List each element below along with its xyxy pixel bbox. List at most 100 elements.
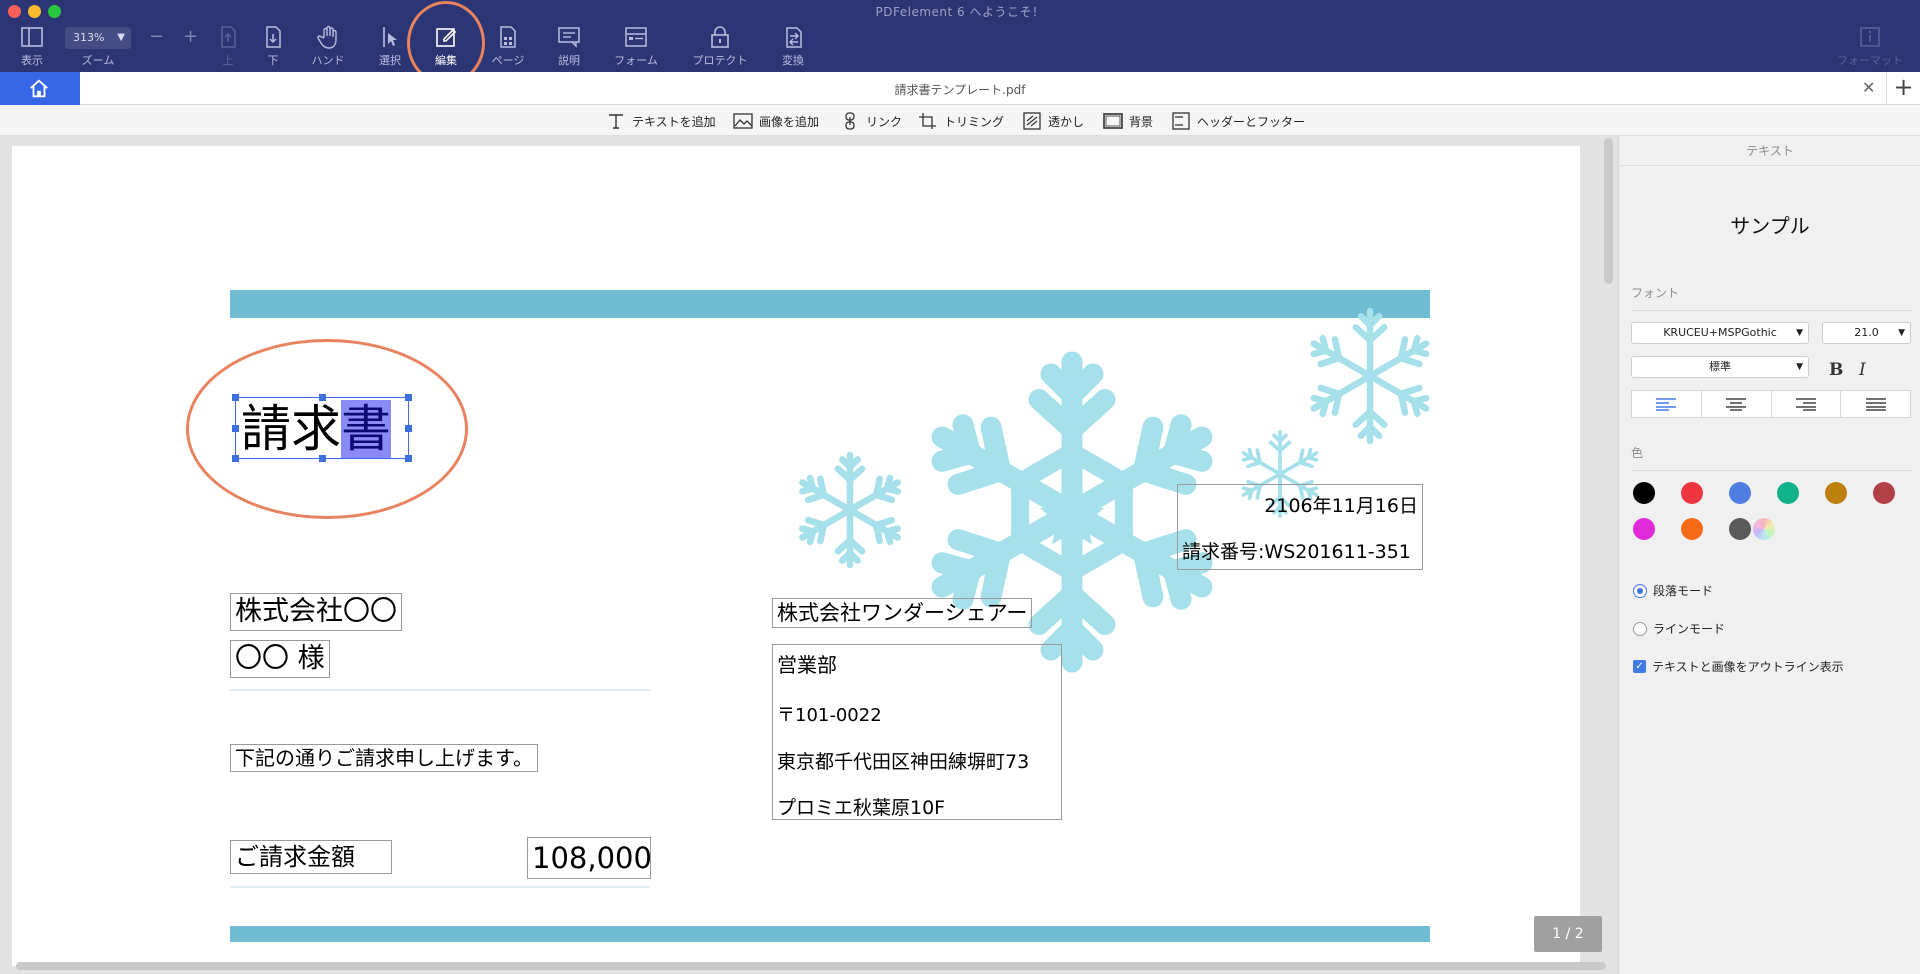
paragraph-mode-radio[interactable] bbox=[1633, 583, 1647, 598]
align-right-button[interactable] bbox=[1772, 391, 1842, 417]
color-swatch[interactable] bbox=[1729, 518, 1751, 540]
align-left-icon bbox=[1656, 398, 1677, 411]
align-center-button[interactable] bbox=[1702, 391, 1772, 417]
date-invoice-box[interactable]: 2106年11月16日 請求番号:WS201611-351 bbox=[1177, 484, 1423, 570]
line-mode-option[interactable]: ラインモード bbox=[1633, 620, 1725, 637]
header-footer-button[interactable]: ヘッダーとフッター bbox=[1171, 111, 1305, 131]
sender-department[interactable]: 営業部 bbox=[777, 649, 837, 678]
resize-handle-s[interactable] bbox=[319, 455, 326, 462]
protect-tool-button[interactable]: プロテクト bbox=[688, 24, 752, 68]
color-section-label: 色 bbox=[1631, 446, 1644, 460]
new-tab-button[interactable]: + bbox=[1886, 72, 1920, 105]
client-name-textbox[interactable]: 〇〇 様 bbox=[230, 640, 330, 678]
view-button[interactable]: 表示 bbox=[0, 24, 64, 68]
align-justify-icon bbox=[1865, 398, 1886, 411]
color-swatch[interactable] bbox=[1681, 518, 1703, 540]
paragraph-mode-label: 段落モード bbox=[1653, 584, 1714, 598]
trim-label: トリミング bbox=[944, 114, 1005, 129]
color-swatch[interactable] bbox=[1633, 518, 1655, 540]
vertical-scrollbar[interactable] bbox=[1604, 138, 1613, 284]
pdf-page[interactable]: 請求書 2106年11月16日 請求番号:WS201611-351 株式会社〇〇… bbox=[12, 146, 1580, 966]
amount-value-textbox[interactable]: 108,000 bbox=[527, 837, 652, 879]
font-section-divider bbox=[1631, 310, 1913, 311]
sender-building[interactable]: プロミエ秋葉原10F bbox=[777, 793, 945, 820]
message-textbox[interactable]: 下記の通りご請求申し上げます。 bbox=[230, 744, 538, 772]
align-left-button[interactable] bbox=[1632, 391, 1702, 417]
resize-handle-sw[interactable] bbox=[232, 455, 239, 462]
color-swatch[interactable] bbox=[1633, 482, 1655, 504]
document-viewport[interactable]: 請求書 2106年11月16日 請求番号:WS201611-351 株式会社〇〇… bbox=[0, 136, 1618, 974]
resize-handle-ne[interactable] bbox=[405, 394, 412, 401]
resize-handle-w[interactable] bbox=[232, 425, 239, 432]
color-swatch[interactable] bbox=[1873, 482, 1895, 504]
font-size-value: 21.0 bbox=[1854, 326, 1879, 339]
invoice-date[interactable]: 2106年11月16日 bbox=[1264, 491, 1418, 518]
client-company-textbox[interactable]: 株式会社〇〇 bbox=[230, 593, 402, 631]
align-justify-button[interactable] bbox=[1841, 391, 1910, 417]
custom-color-picker[interactable] bbox=[1753, 518, 1775, 540]
edit-tool-button[interactable]: 編集 bbox=[414, 24, 478, 68]
edit-tool-label: 編集 bbox=[435, 54, 457, 67]
font-style-select[interactable]: 標準 ▼ bbox=[1631, 356, 1809, 378]
convert-tool-label: 変換 bbox=[782, 54, 804, 67]
amount-label-textbox[interactable]: ご請求金額 bbox=[230, 840, 392, 874]
home-tab[interactable] bbox=[0, 72, 80, 105]
bold-button[interactable]: B bbox=[1829, 360, 1843, 380]
color-swatch[interactable] bbox=[1777, 482, 1799, 504]
document-tab-title[interactable]: 請求書テンプレート.pdf bbox=[80, 81, 1840, 98]
main-toolbar: PDFelement 6 へようこそ！ 表示 313% ▼ ズーム − + 上 … bbox=[0, 0, 1920, 72]
convert-tool-button[interactable]: 変換 bbox=[761, 24, 825, 68]
header-footer-icon bbox=[1172, 112, 1190, 130]
zoom-select[interactable]: 313% ▼ bbox=[65, 27, 131, 49]
resize-handle-n[interactable] bbox=[319, 394, 326, 401]
zoom-value: 313% bbox=[73, 31, 105, 44]
paragraph-mode-option[interactable]: 段落モード bbox=[1633, 582, 1713, 599]
convert-icon bbox=[786, 27, 802, 48]
color-swatch[interactable] bbox=[1825, 482, 1847, 504]
sender-address[interactable]: 東京都千代田区神田練塀町73 bbox=[777, 747, 1029, 774]
color-swatch[interactable] bbox=[1729, 482, 1751, 504]
font-family-value: KRUCEU+MSPGothic bbox=[1663, 326, 1777, 339]
hand-icon bbox=[317, 25, 337, 49]
lock-icon bbox=[711, 26, 729, 48]
font-style-value: 標準 bbox=[1709, 360, 1731, 373]
header-footer-label: ヘッダーとフッター bbox=[1197, 114, 1306, 129]
form-tool-button[interactable]: フォーム bbox=[604, 24, 668, 68]
page-tool-button[interactable]: ページ bbox=[476, 24, 540, 68]
background-button[interactable]: 背景 bbox=[1103, 111, 1153, 131]
sender-zipcode[interactable]: 〒101-0022 bbox=[777, 701, 882, 727]
color-swatch[interactable] bbox=[1681, 482, 1703, 504]
font-size-select[interactable]: 21.0 ▼ bbox=[1822, 322, 1911, 344]
page-indicator: 1 / 2 bbox=[1534, 916, 1602, 952]
close-tab-button[interactable]: ✕ bbox=[1862, 78, 1875, 97]
resize-handle-se[interactable] bbox=[405, 455, 412, 462]
italic-button[interactable]: I bbox=[1859, 360, 1866, 380]
add-image-button[interactable]: 画像を追加 bbox=[733, 111, 819, 131]
hand-tool-button[interactable]: ハンド bbox=[296, 24, 360, 68]
background-label: 背景 bbox=[1129, 114, 1154, 129]
select-tool-button[interactable]: 選択 bbox=[358, 24, 422, 68]
sidebar-icon bbox=[21, 27, 43, 47]
invoice-number[interactable]: 請求番号:WS201611-351 bbox=[1182, 537, 1411, 564]
watermark-button[interactable]: 透かし bbox=[1022, 111, 1084, 131]
invoice-title[interactable]: 請求書 bbox=[241, 400, 391, 458]
resize-handle-nw[interactable] bbox=[232, 394, 239, 401]
outline-display-checkbox[interactable]: ✓ bbox=[1633, 660, 1646, 673]
resize-handle-e[interactable] bbox=[405, 425, 412, 432]
document-tab-bar: 請求書テンプレート.pdf ✕ + bbox=[0, 72, 1920, 105]
zoom-out-button[interactable]: − bbox=[149, 26, 164, 47]
sender-company-textbox[interactable]: 株式会社ワンダーシェアー bbox=[772, 598, 1033, 628]
text-alignment-group bbox=[1631, 390, 1911, 418]
outline-display-option[interactable]: ✓ テキストと画像をアウトライン表示 bbox=[1633, 658, 1844, 675]
add-text-button[interactable]: テキストを追加 bbox=[606, 111, 716, 131]
format-button[interactable]: フォーマット bbox=[1832, 24, 1908, 68]
line-mode-radio[interactable] bbox=[1633, 621, 1647, 636]
invoice-title-textbox[interactable]: 請求書 bbox=[232, 394, 412, 462]
sender-address-block[interactable]: 営業部 〒101-0022 東京都千代田区神田練塀町73 プロミエ秋葉原10F bbox=[772, 644, 1062, 820]
link-button[interactable]: リンク bbox=[840, 111, 902, 131]
font-family-select[interactable]: KRUCEU+MSPGothic ▼ bbox=[1631, 322, 1809, 344]
trim-button[interactable]: トリミング bbox=[918, 111, 1004, 131]
horizontal-scrollbar[interactable] bbox=[16, 962, 1606, 970]
comment-tool-button[interactable]: 説明 bbox=[537, 24, 601, 68]
chevron-down-icon: ▼ bbox=[1898, 328, 1905, 338]
